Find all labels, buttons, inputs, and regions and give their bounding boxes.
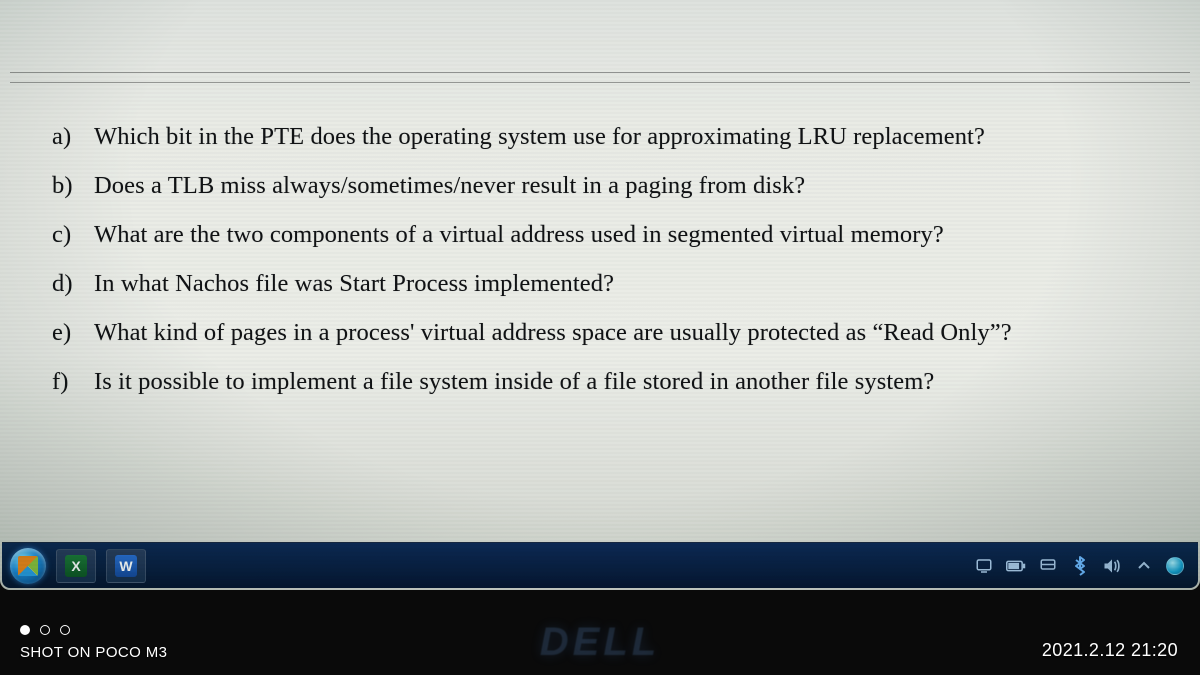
network-icon[interactable]	[1038, 556, 1058, 576]
monitor-brand-logo: DELL	[540, 620, 660, 665]
question-item-e: e) What kind of pages in a process' virt…	[52, 316, 1160, 349]
question-text: In what Nachos file was Start Process im…	[94, 267, 614, 300]
action-center-icon[interactable]	[974, 556, 994, 576]
excel-icon: X	[65, 555, 87, 577]
question-label: d)	[52, 267, 76, 300]
system-tray[interactable]	[974, 556, 1190, 576]
question-text: Is it possible to implement a file syste…	[94, 365, 934, 398]
question-item-c: c) What are the two components of a virt…	[52, 218, 1160, 251]
camera-page-dots	[20, 625, 70, 635]
question-text: What kind of pages in a process' virtual…	[94, 316, 1012, 349]
question-label: a)	[52, 120, 76, 153]
windows-taskbar: X W	[2, 542, 1198, 588]
monitor-screen: a) Which bit in the PTE does the operati…	[0, 0, 1200, 590]
question-label: b)	[52, 169, 76, 202]
bluetooth-icon[interactable]	[1070, 556, 1090, 576]
document-rule-line	[10, 72, 1190, 73]
question-item-a: a) Which bit in the PTE does the operati…	[52, 120, 1160, 153]
taskbar-app-excel[interactable]: X	[56, 549, 96, 583]
document-rule-line	[10, 82, 1190, 83]
question-label: f)	[52, 365, 76, 398]
dot-indicator	[60, 625, 70, 635]
camera-timestamp: 2021.2.12 21:20	[1042, 640, 1178, 661]
question-text: Does a TLB miss always/sometimes/never r…	[94, 169, 805, 202]
start-button[interactable]	[10, 548, 46, 584]
question-list: a) Which bit in the PTE does the operati…	[52, 120, 1160, 414]
dot-indicator-active	[20, 625, 30, 635]
battery-icon[interactable]	[1006, 556, 1026, 576]
volume-icon[interactable]	[1102, 556, 1122, 576]
question-item-b: b) Does a TLB miss always/sometimes/neve…	[52, 169, 1160, 202]
question-label: e)	[52, 316, 76, 349]
word-icon: W	[115, 555, 137, 577]
tray-chevron-icon[interactable]	[1134, 556, 1154, 576]
taskbar-app-word[interactable]: W	[106, 549, 146, 583]
question-text: Which bit in the PTE does the operating …	[94, 120, 985, 153]
question-label: c)	[52, 218, 76, 251]
question-item-f: f) Is it possible to implement a file sy…	[52, 365, 1160, 398]
question-item-d: d) In what Nachos file was Start Process…	[52, 267, 1160, 300]
dot-indicator	[40, 625, 50, 635]
phone-camera-overlay: DELL SHOT ON POCO M3 2021.2.12 21:20	[0, 599, 1200, 675]
security-orb-icon[interactable]	[1166, 557, 1184, 575]
question-text: What are the two components of a virtual…	[94, 218, 944, 251]
camera-watermark-text: SHOT ON POCO M3	[20, 644, 167, 661]
